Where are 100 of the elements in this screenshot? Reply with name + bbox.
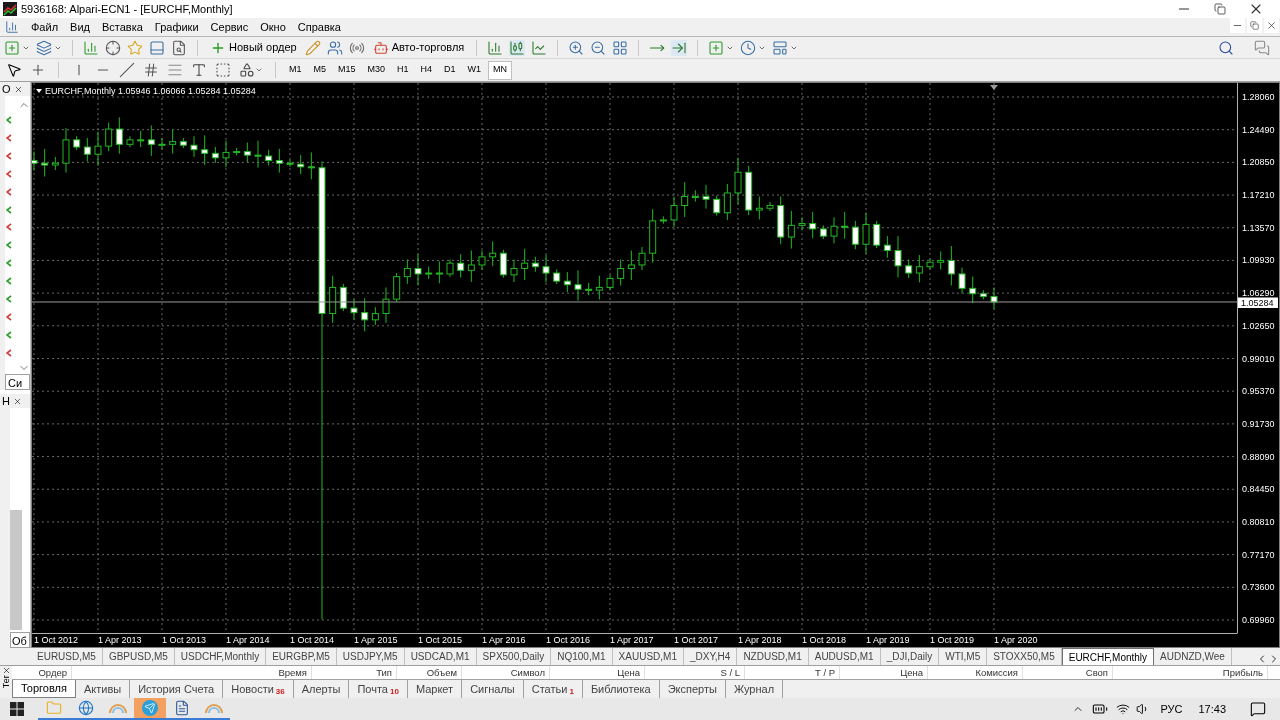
timeframe-button[interactable]: H1 bbox=[392, 60, 414, 80]
text-icon[interactable] bbox=[191, 62, 207, 78]
candlestick-chart-icon[interactable] bbox=[509, 39, 526, 56]
close-icon[interactable] bbox=[12, 396, 22, 406]
scrollbar-thumb[interactable] bbox=[10, 510, 22, 630]
chart-tab[interactable]: NQ100,M1 bbox=[551, 648, 613, 665]
menu-item[interactable]: Вставка bbox=[95, 18, 149, 36]
notifications-icon[interactable] bbox=[1250, 701, 1266, 717]
tile-windows-icon[interactable] bbox=[612, 39, 629, 56]
zoom-in-icon[interactable] bbox=[568, 39, 585, 56]
chart-tab[interactable]: _DXY,H4 bbox=[683, 648, 738, 665]
bar-chart-icon[interactable] bbox=[487, 39, 504, 56]
people-icon[interactable] bbox=[326, 39, 343, 56]
chart-tab[interactable]: XAUUSD,M1 bbox=[612, 648, 684, 665]
document-chart-icon[interactable] bbox=[5, 20, 19, 34]
new-chart-icon[interactable] bbox=[4, 39, 20, 56]
globe-icon[interactable] bbox=[78, 700, 94, 716]
minimize-icon[interactable] bbox=[1230, 18, 1245, 33]
menu-item[interactable]: Графики bbox=[148, 18, 205, 36]
chart-tab[interactable]: _DJI,Daily bbox=[880, 648, 940, 665]
taskbar-app[interactable] bbox=[166, 698, 198, 720]
timeframe-button[interactable]: H4 bbox=[415, 60, 438, 80]
timeframe-button[interactable]: M30 bbox=[362, 60, 391, 80]
chart-tab[interactable]: USDCHF,Monthly bbox=[174, 648, 267, 665]
taskbar-app[interactable] bbox=[38, 698, 70, 720]
auto-scroll-icon[interactable] bbox=[671, 39, 688, 56]
fibonacci-icon[interactable] bbox=[167, 62, 183, 78]
menu-item[interactable]: Справка bbox=[291, 18, 347, 36]
panel-tab[interactable]: Си bbox=[5, 374, 30, 390]
chart-tab[interactable]: USDCAD,M1 bbox=[404, 648, 477, 665]
market-watch-icon[interactable] bbox=[83, 39, 99, 56]
menu-item[interactable]: Сервис bbox=[204, 18, 255, 36]
chart-tab[interactable]: EURCHF,Monthly bbox=[1061, 648, 1155, 665]
cursor-icon[interactable] bbox=[6, 62, 22, 78]
battery-icon[interactable] bbox=[1092, 701, 1109, 717]
pencil-icon[interactable] bbox=[304, 39, 321, 56]
crosshair-icon[interactable] bbox=[30, 62, 46, 78]
star-icon[interactable] bbox=[127, 39, 143, 56]
column-header[interactable]: Тип bbox=[312, 666, 397, 679]
column-header[interactable]: Ордер bbox=[12, 666, 72, 679]
chart-tab[interactable]: WTI,M5 bbox=[939, 648, 988, 665]
language-indicator[interactable]: РУС bbox=[1160, 700, 1183, 718]
column-header[interactable]: Своп bbox=[1023, 666, 1113, 679]
chart-tab[interactable]: USDJPY,M5 bbox=[336, 648, 405, 665]
crosshair-icon[interactable] bbox=[105, 39, 121, 56]
menu-item[interactable]: Файл bbox=[25, 18, 65, 36]
robot-icon[interactable] bbox=[372, 39, 389, 56]
column-header[interactable]: Объем bbox=[397, 666, 462, 679]
templates-icon[interactable] bbox=[772, 39, 789, 56]
chart-tab[interactable]: GBPUSD,M5 bbox=[102, 648, 175, 665]
chart-tab[interactable]: STOXX50,M5 bbox=[987, 648, 1062, 665]
close-icon[interactable] bbox=[1, 666, 11, 675]
chart-tab[interactable]: EURGBP,M5 bbox=[266, 648, 337, 665]
wifi-icon[interactable] bbox=[1116, 702, 1131, 716]
timeframe-button[interactable]: M1 bbox=[284, 60, 307, 80]
chart-tab[interactable]: AUDNZD,Wee bbox=[1154, 648, 1232, 665]
chart-tab[interactable]: SPX500,Daily bbox=[476, 648, 552, 665]
periods-icon[interactable] bbox=[740, 39, 757, 56]
timeframe-button[interactable]: MN bbox=[488, 60, 513, 80]
channel-icon[interactable] bbox=[143, 62, 159, 78]
column-header[interactable]: Время bbox=[72, 666, 312, 679]
indicators-icon[interactable] bbox=[708, 39, 725, 56]
column-header[interactable]: Комиссия bbox=[928, 666, 1023, 679]
chart-shift-marker-icon[interactable] bbox=[990, 85, 998, 90]
chat-icon[interactable] bbox=[1254, 39, 1270, 56]
zoom-out-icon[interactable] bbox=[590, 39, 607, 56]
taskbar-app[interactable] bbox=[70, 698, 102, 720]
auto-trading-button[interactable]: Авто-торговля bbox=[370, 39, 467, 56]
chart-tab[interactable]: EURUSD,M5 bbox=[31, 648, 103, 665]
paper-plane-icon[interactable] bbox=[142, 700, 158, 716]
close-icon[interactable] bbox=[1264, 18, 1279, 33]
panel-tab[interactable]: Об bbox=[10, 632, 30, 648]
terminal-panel-icon[interactable] bbox=[149, 39, 165, 56]
column-header[interactable]: Цена bbox=[550, 666, 645, 679]
timeframe-button[interactable]: W1 bbox=[462, 60, 487, 80]
column-header[interactable]: Символ bbox=[462, 666, 550, 679]
windows-logo-icon[interactable] bbox=[10, 702, 24, 716]
restore-icon[interactable] bbox=[1214, 3, 1226, 15]
profiles-icon[interactable] bbox=[36, 39, 52, 56]
timeframe-button[interactable]: D1 bbox=[439, 60, 461, 80]
column-header[interactable]: Прибыль bbox=[1113, 666, 1268, 679]
chart-tab[interactable]: NZDUSD,M1 bbox=[737, 648, 809, 665]
new-order-button[interactable]: Новый ордер bbox=[208, 39, 299, 56]
chart-tab[interactable]: AUDUSD,M1 bbox=[808, 648, 881, 665]
arrows-icon[interactable] bbox=[239, 62, 255, 78]
text-label-icon[interactable] bbox=[215, 62, 231, 78]
column-header[interactable]: Цена bbox=[840, 666, 928, 679]
close-icon[interactable] bbox=[13, 84, 23, 94]
tester-icon[interactable] bbox=[171, 39, 187, 56]
timeframe-button[interactable]: M15 bbox=[333, 60, 361, 80]
caret-icon[interactable] bbox=[255, 66, 263, 74]
document-icon[interactable] bbox=[174, 700, 190, 716]
line-chart-icon[interactable] bbox=[531, 39, 548, 56]
timeframe-button[interactable]: M5 bbox=[308, 60, 332, 80]
menu-item[interactable]: Вид bbox=[64, 18, 96, 36]
taskbar-app[interactable] bbox=[134, 698, 166, 720]
column-header[interactable]: T / P bbox=[745, 666, 840, 679]
column-header[interactable]: S / L bbox=[645, 666, 745, 679]
clock[interactable]: 17:43 bbox=[1198, 700, 1226, 718]
search-icon[interactable] bbox=[1218, 39, 1234, 56]
